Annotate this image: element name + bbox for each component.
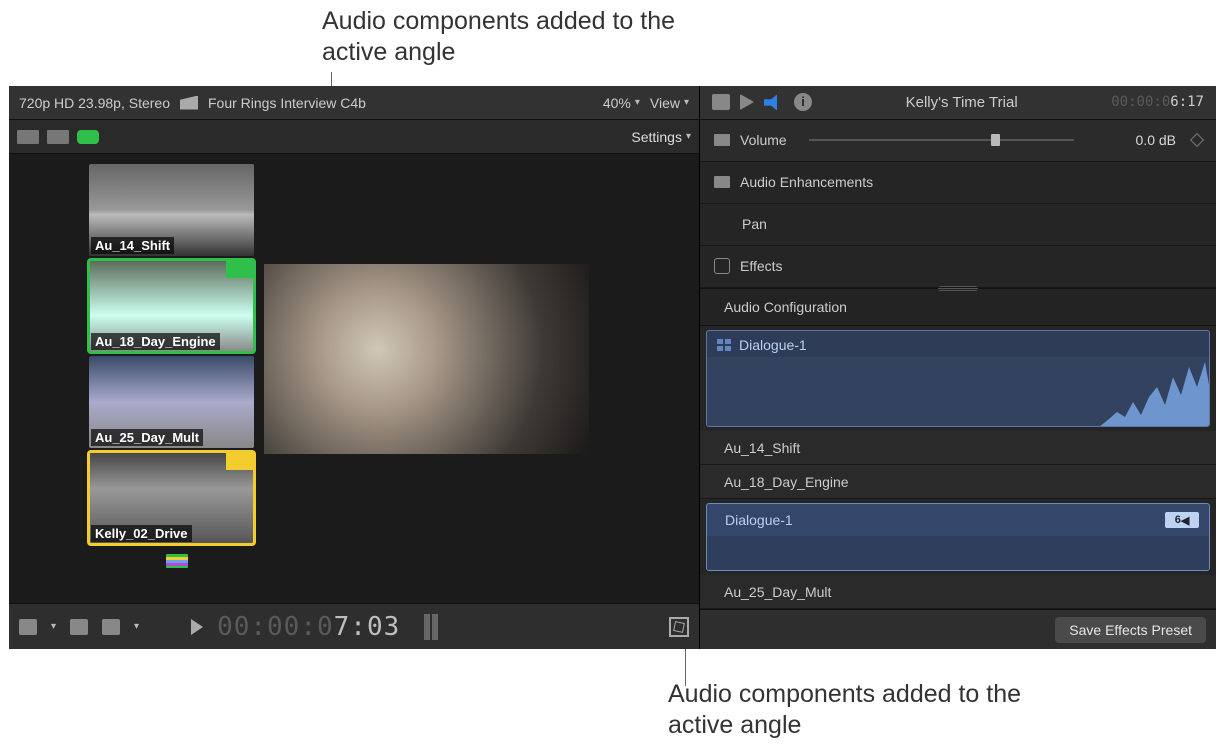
monitor-area [264, 154, 699, 603]
view-label: View [650, 95, 680, 111]
clip-title: Four Rings Interview C4b [208, 95, 366, 111]
annotation-bottom: Audio components added to the active ang… [668, 679, 1068, 742]
effects-label: Effects [740, 258, 783, 274]
zoom-dropdown[interactable]: 40% ▾ [603, 95, 640, 111]
annotation-top: Audio components added to the active ang… [322, 6, 722, 69]
angle-label: Au_18_Day_Engine [91, 333, 220, 350]
inspector-pane: i Kelly's Time Trial 00:00:06:17 Volume … [699, 86, 1216, 649]
angle-thumb-2[interactable]: Au_25_Day_Mult [89, 356, 254, 448]
role-dialogue-block[interactable]: Dialogue-1 [706, 330, 1210, 428]
surround-badge: 6◀ [1165, 512, 1199, 528]
crop-tool-icon[interactable] [19, 619, 37, 635]
clapboard-icon [180, 96, 198, 110]
save-effects-preset-button[interactable]: Save Effects Preset [1055, 617, 1206, 643]
keyframe-button[interactable] [1190, 133, 1204, 147]
inspector-header: i Kelly's Time Trial 00:00:06:17 [700, 86, 1216, 120]
audio-config-header: Audio Configuration [700, 288, 1216, 326]
volume-label: Volume [740, 132, 787, 148]
active-video-indicator [226, 452, 254, 470]
angle-label: Kelly_02_Drive [91, 525, 192, 542]
viewer-header: 720p HD 23.98p, Stereo Four Rings Interv… [9, 86, 699, 120]
angle-thumb-1[interactable]: Au_18_Day_Engine [89, 260, 254, 352]
waveform-icon [1099, 357, 1209, 427]
timecode-dim: 00:00:0 [217, 612, 334, 642]
waveform-icon[interactable] [77, 130, 99, 144]
disclosure-icon [714, 176, 730, 188]
transform-tool-icon[interactable] [70, 619, 88, 635]
angle-column: Au_14_Shift Au_18_Day_Engine Au_25_Day_M… [9, 154, 264, 603]
component-label: Au_14_Shift [724, 440, 800, 456]
timecode-dim: 00:00:0 [1111, 94, 1170, 110]
chevron-down-icon: ▾ [684, 97, 689, 108]
settings-dropdown[interactable]: Settings ▾ [631, 129, 691, 145]
component-row-0[interactable]: Au_14_Shift [700, 431, 1216, 465]
component-row-3[interactable]: Au_25_Day_Mult [700, 575, 1216, 609]
inspector-footer: Save Effects Preset [700, 609, 1216, 649]
subcomponent-dialogue-block[interactable]: Dialogue-1 6◀ [706, 503, 1210, 571]
component-row-1[interactable]: Au_18_Day_Engine [700, 465, 1216, 499]
component-label: Au_25_Day_Mult [724, 584, 831, 600]
monitor-frame[interactable] [264, 264, 589, 454]
angle-overview-button[interactable] [166, 554, 188, 568]
chevron-down-icon: ▾ [134, 621, 139, 632]
slider-knob[interactable] [991, 134, 1000, 146]
clip-icon[interactable] [47, 130, 69, 144]
filmstrip-icon[interactable] [17, 130, 39, 144]
active-audio-indicator [226, 260, 254, 278]
waveform-area [707, 357, 1209, 427]
transport-bar: ▾ ▾ 00:00:07:03 [9, 603, 699, 649]
effects-row[interactable]: Effects [700, 246, 1216, 288]
viewer-body: Au_14_Shift Au_18_Day_Engine Au_25_Day_M… [9, 154, 699, 603]
angle-label: Au_25_Day_Mult [91, 429, 203, 446]
pan-label: Pan [742, 216, 767, 232]
audio-config-label: Audio Configuration [724, 299, 847, 315]
angle-label: Au_14_Shift [91, 237, 174, 254]
disclosure-icon[interactable] [714, 134, 730, 146]
play-button[interactable] [191, 619, 203, 635]
volume-value[interactable]: 0.0 dB [1096, 132, 1176, 148]
chevron-down-icon: ▾ [686, 131, 691, 142]
pan-row[interactable]: Pan [700, 204, 1216, 246]
enhancements-label: Audio Enhancements [740, 174, 873, 190]
chevron-down-icon: ▾ [635, 97, 640, 108]
angle-thumb-3[interactable]: Kelly_02_Drive [89, 452, 254, 544]
inspector-title: Kelly's Time Trial [906, 94, 1018, 111]
role-name: Dialogue-1 [739, 337, 807, 353]
retime-tool-icon[interactable] [102, 619, 120, 635]
chevron-down-icon: ▾ [51, 621, 56, 632]
viewer-timecode[interactable]: 00:00:07:03 [217, 612, 400, 642]
info-inspector-icon[interactable]: i [794, 93, 812, 111]
viewer-toolbar: Settings ▾ [9, 120, 699, 154]
volume-slider[interactable] [809, 139, 1074, 141]
effects-checkbox[interactable] [714, 258, 730, 274]
inspector-timecode: 00:00:06:17 [1111, 94, 1204, 110]
volume-row: Volume 0.0 dB [700, 120, 1216, 162]
angle-thumb-0[interactable]: Au_14_Shift [89, 164, 254, 256]
view-dropdown[interactable]: View ▾ [650, 95, 689, 111]
app-window: 720p HD 23.98p, Stereo Four Rings Interv… [9, 86, 1216, 649]
video-inspector-icon[interactable] [712, 94, 730, 110]
generator-inspector-icon[interactable] [740, 94, 754, 110]
zoom-value: 40% [603, 95, 631, 111]
audio-inspector-icon[interactable] [764, 94, 784, 110]
audio-enhancements-row[interactable]: Audio Enhancements [700, 162, 1216, 204]
settings-label: Settings [631, 129, 682, 145]
badge-text: 6 [1175, 514, 1181, 526]
fullscreen-icon[interactable] [669, 617, 689, 637]
component-label: Au_18_Day_Engine [724, 474, 849, 490]
multicam-icon [717, 339, 731, 351]
drag-handle-icon[interactable] [938, 286, 978, 291]
viewer-pane: 720p HD 23.98p, Stereo Four Rings Interv… [9, 86, 699, 649]
subcomponent-label: Dialogue-1 [725, 512, 793, 528]
format-label: 720p HD 23.98p, Stereo [19, 95, 170, 111]
waveform-area [707, 536, 1209, 570]
timecode-bright: 6:17 [1170, 94, 1204, 110]
timecode-bright: 7:03 [334, 612, 401, 642]
audio-meters [424, 614, 438, 640]
